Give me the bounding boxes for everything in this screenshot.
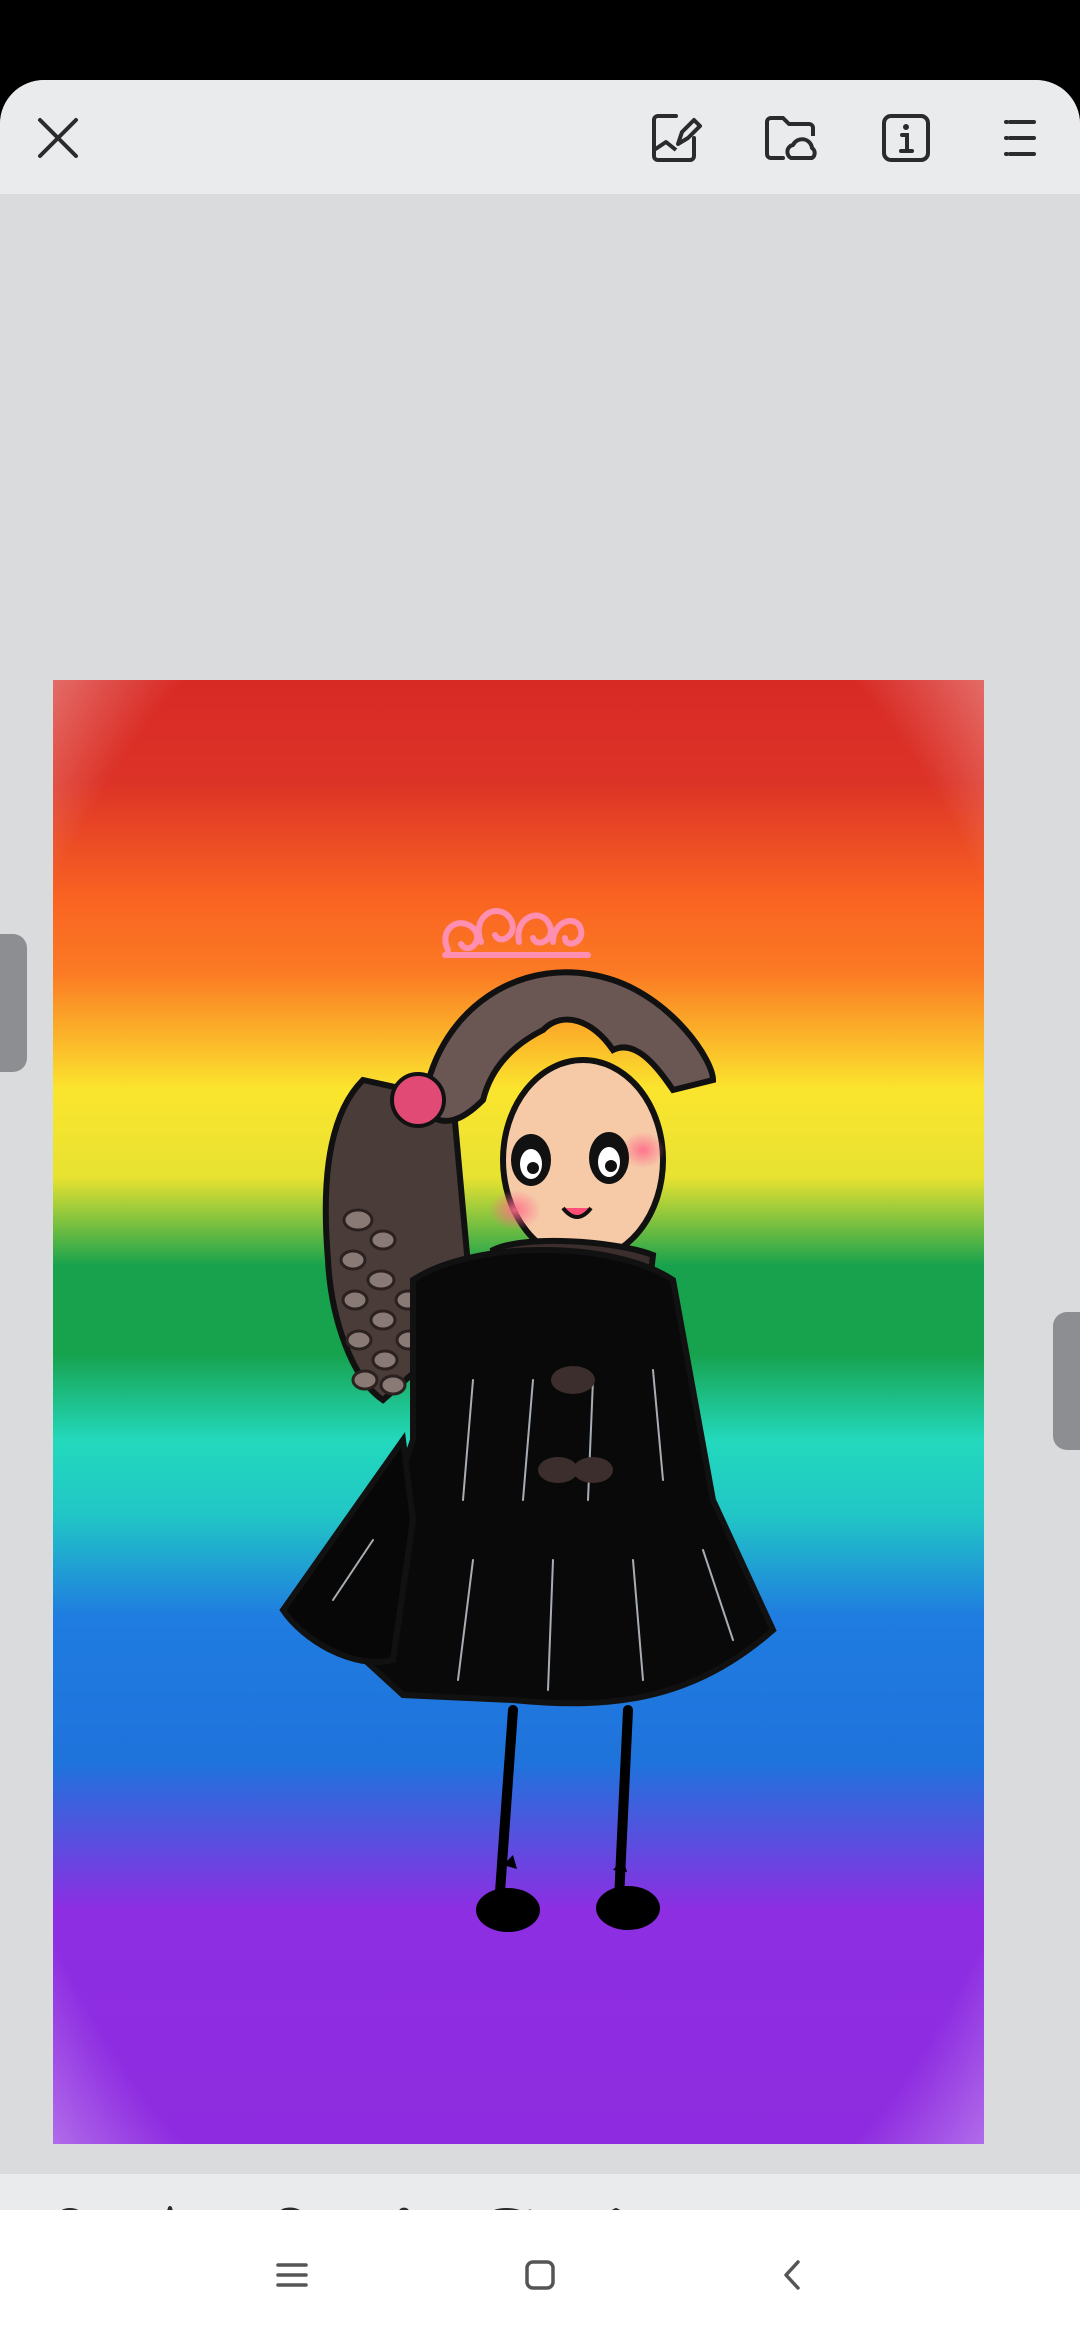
info-icon	[882, 114, 930, 162]
system-navigation-bar	[0, 2210, 1080, 2340]
close-button[interactable]	[20, 100, 96, 176]
shape-tool-button[interactable]	[26, 2194, 102, 2210]
right-panel-handle[interactable]	[1053, 1312, 1080, 1450]
drawing-app	[0, 80, 1080, 2210]
fill-icon	[281, 2207, 300, 2210]
eraser-icon	[399, 2207, 409, 2210]
cloud-folder-icon	[765, 116, 817, 160]
layers-tool-button[interactable]	[578, 2194, 654, 2210]
bottom-toolbar	[0, 2174, 1080, 2210]
palette-tool-button[interactable]	[468, 2194, 544, 2210]
drawing-canvas[interactable]	[53, 680, 984, 2144]
export-button[interactable]	[636, 100, 712, 176]
fill-tool-button[interactable]	[246, 2194, 322, 2210]
cloud-folder-button[interactable]	[752, 100, 828, 176]
redo-button[interactable]	[976, 2194, 1052, 2210]
recents-icon	[276, 2263, 308, 2287]
export-icon	[652, 114, 702, 162]
left-panel-handle[interactable]	[0, 934, 27, 1072]
menu-button[interactable]	[984, 100, 1060, 176]
back-button[interactable]	[760, 2243, 824, 2307]
status-bar	[0, 0, 1080, 80]
canvas-workspace[interactable]	[0, 194, 1080, 2174]
info-button[interactable]	[868, 100, 944, 176]
eraser-tool-button[interactable]	[358, 2194, 434, 2210]
home-icon	[525, 2260, 555, 2290]
home-button[interactable]	[508, 2243, 572, 2307]
close-icon	[38, 118, 78, 158]
menu-icon	[1004, 120, 1036, 156]
recents-button[interactable]	[260, 2243, 324, 2307]
undo-button[interactable]	[874, 2194, 950, 2210]
rainbow-girl-drawing	[53, 680, 984, 2144]
back-icon	[784, 2260, 800, 2290]
pencil-tool-button[interactable]	[136, 2194, 212, 2210]
pencil-icon	[167, 2206, 173, 2210]
top-toolbar	[0, 80, 1080, 194]
